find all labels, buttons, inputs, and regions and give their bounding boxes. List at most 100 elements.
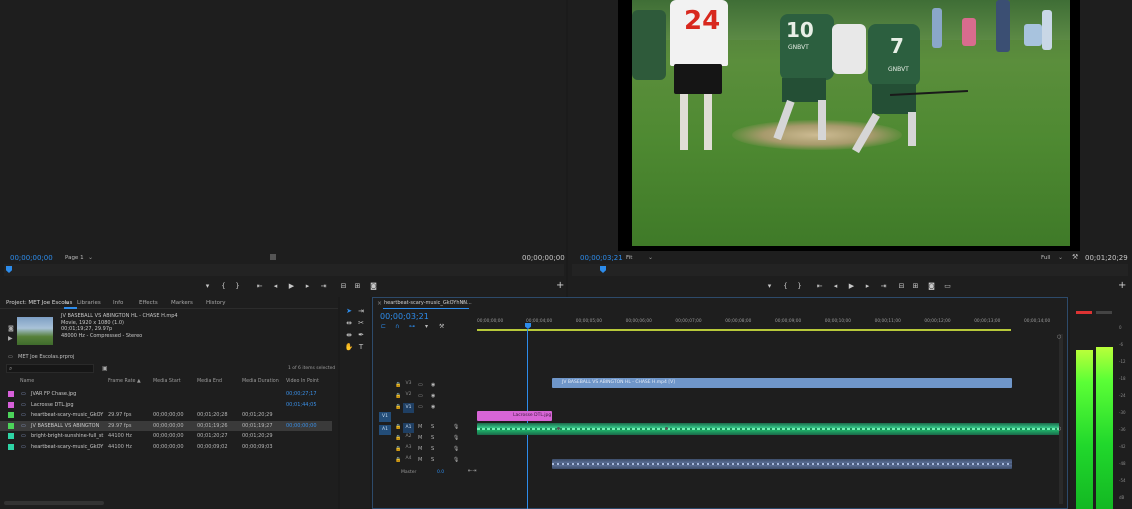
tab-libraries[interactable]: Libraries	[77, 300, 101, 306]
track-label[interactable]: V3	[403, 381, 414, 386]
work-area-bar[interactable]	[477, 329, 1011, 331]
nest-icon[interactable]: ⊏	[381, 323, 386, 330]
clip-indicator-right[interactable]	[1096, 311, 1112, 314]
project-menu-icon[interactable]: ≡	[64, 300, 69, 306]
tab-history[interactable]: History	[206, 300, 226, 306]
project-row[interactable]: ▭ JVAR FP Chase.jpg 00;00;27;17	[0, 389, 332, 399]
project-row[interactable]: ▭ Lacrosse DTL.jpg 00;01;44;05	[0, 400, 332, 410]
new-bin-icon[interactable]: ▣	[102, 365, 108, 372]
go-to-out-icon[interactable]: ⇥	[318, 282, 329, 290]
chevron-down-icon[interactable]: ⌄	[88, 254, 93, 261]
page-selector[interactable]: Page 1	[65, 255, 84, 261]
export-frame-icon[interactable]: ◙	[926, 282, 937, 290]
marker-icon[interactable]: ▾	[764, 282, 775, 290]
lock-track-icon[interactable]: 🔒	[395, 457, 401, 463]
microphone-icon[interactable]: 🎙	[453, 424, 459, 430]
razor-tool-icon[interactable]: ✂	[356, 319, 366, 327]
label-color-chip[interactable]	[8, 391, 14, 397]
solo-icon[interactable]: S	[431, 435, 434, 441]
sequence-menu-icon[interactable]: ≡	[461, 300, 465, 306]
play-icon[interactable]: ▶	[846, 282, 857, 290]
track-label[interactable]: A2	[403, 434, 414, 439]
timeline-timecode[interactable]: 00;00;03;21	[380, 312, 429, 321]
eye-icon[interactable]: ◉	[431, 404, 435, 410]
microphone-icon[interactable]: 🎙	[453, 457, 459, 463]
mute-icon[interactable]: M	[418, 424, 422, 430]
go-to-in-icon[interactable]: ⇤	[254, 282, 265, 290]
program-playhead[interactable]	[600, 266, 606, 273]
extract-icon[interactable]: ⊞	[910, 282, 921, 290]
scroll-handle-icon[interactable]: ○	[1057, 426, 1061, 432]
go-to-end-icon[interactable]: ⇤⇥	[468, 468, 476, 474]
track-label[interactable]: A4	[403, 456, 414, 461]
marker-icon[interactable]: ▾	[202, 282, 213, 290]
track-label[interactable]: V2	[403, 392, 414, 397]
chevron-down-icon[interactable]: ⌄	[648, 254, 653, 261]
project-row[interactable]: ▭ JV BASEBALL VS ABINGTON 29.97 fps 00;00;0…	[0, 420, 332, 431]
solo-icon[interactable]: S	[431, 457, 434, 463]
chevron-down-icon[interactable]: ⌄	[1058, 254, 1063, 261]
mark-out-icon[interactable]: }	[232, 282, 243, 290]
program-timecode[interactable]: 00;00;03;21	[580, 254, 623, 262]
source-scrub-bar[interactable]	[4, 264, 564, 276]
overwrite-icon[interactable]: ⊞	[352, 282, 363, 290]
mark-in-icon[interactable]: {	[780, 282, 791, 290]
track-label[interactable]: V1	[403, 403, 414, 413]
add-marker-icon[interactable]: ▾	[425, 323, 428, 330]
tab-markers[interactable]: Markers	[171, 300, 193, 306]
step-forward-icon[interactable]: ▸	[302, 282, 313, 290]
sequence-tab[interactable]: heartbeat-scary-music_GkOYhNN...	[384, 300, 472, 306]
project-row[interactable]: ▭ heartbeat-scary-music_GkOY 29.97 fps 00;0…	[0, 410, 332, 420]
video-clip-v2[interactable]: JV BASEBALL VS ABINGTON HL - CHASE H.mp4…	[552, 378, 1012, 388]
column-name[interactable]: Name	[20, 379, 34, 384]
column-media-start[interactable]: Media Start	[153, 379, 181, 384]
hand-tool-icon[interactable]: ✋	[344, 343, 354, 351]
mark-in-icon[interactable]: {	[218, 282, 229, 290]
eye-icon[interactable]: ◉	[431, 393, 435, 399]
lift-icon[interactable]: ⊟	[896, 282, 907, 290]
sync-lock-icon[interactable]: ▭	[418, 382, 423, 388]
timeline-settings-icon[interactable]: ⚒	[439, 323, 444, 330]
linked-selection-icon[interactable]: ⊶	[409, 323, 415, 330]
image-clip-v1[interactable]: Lacrosse DTL.jpg	[477, 411, 552, 421]
source-patch-v1[interactable]: V1	[379, 412, 391, 422]
play-thumbnail-icon[interactable]: ▶	[8, 335, 13, 342]
lock-track-icon[interactable]: 🔒	[395, 446, 401, 452]
microphone-icon[interactable]: 🎙	[453, 435, 459, 441]
label-color-chip[interactable]	[8, 401, 14, 408]
search-input[interactable]: ⌕	[6, 364, 94, 373]
source-patch-a1[interactable]: A1	[379, 425, 391, 435]
lock-track-icon[interactable]: 🔒	[395, 393, 401, 399]
comparison-view-icon[interactable]: ▭	[942, 282, 953, 290]
source-playhead[interactable]	[6, 266, 12, 273]
insert-icon[interactable]: ⊟	[338, 282, 349, 290]
column-video-in[interactable]: Video In Point	[286, 379, 319, 384]
column-media-end[interactable]: Media End	[197, 379, 222, 384]
column-media-duration[interactable]: Media Duration	[242, 379, 279, 384]
lock-track-icon[interactable]: 🔒	[395, 382, 401, 388]
pen-tool-icon[interactable]: ✒	[356, 331, 366, 339]
label-color-chip[interactable]	[8, 443, 14, 450]
add-button-icon[interactable]: +	[556, 280, 564, 291]
tab-project[interactable]: Project: MET Joe Escolas	[6, 300, 72, 306]
add-button-icon[interactable]: +	[1118, 280, 1126, 291]
project-scrollbar[interactable]	[4, 501, 104, 505]
step-back-icon[interactable]: ◂	[270, 282, 281, 290]
step-forward-icon[interactable]: ▸	[862, 282, 873, 290]
type-tool-icon[interactable]: T	[356, 343, 366, 351]
label-color-chip[interactable]	[8, 422, 14, 429]
audio-clip-a1[interactable]	[477, 423, 1061, 435]
quality-selector[interactable]: Full	[1041, 255, 1050, 261]
fit-selector[interactable]: Fit	[626, 255, 632, 261]
track-label[interactable]: A1	[403, 423, 414, 433]
settings-square-icon[interactable]	[270, 254, 276, 260]
go-to-out-icon[interactable]: ⇥	[878, 282, 889, 290]
column-frame-rate[interactable]: Frame Rate	[108, 379, 135, 384]
tab-effects[interactable]: Effects	[139, 300, 158, 306]
step-back-icon[interactable]: ◂	[830, 282, 841, 290]
timeline-ruler[interactable]: 00;00;00;00 00;00;04;00 00;00;05;00 00;00;0…	[477, 316, 1063, 332]
tab-info[interactable]: Info	[113, 300, 123, 306]
sync-lock-icon[interactable]: ▭	[418, 393, 423, 399]
track-label[interactable]: A3	[403, 445, 414, 450]
snap-icon[interactable]: ∩	[395, 323, 399, 330]
